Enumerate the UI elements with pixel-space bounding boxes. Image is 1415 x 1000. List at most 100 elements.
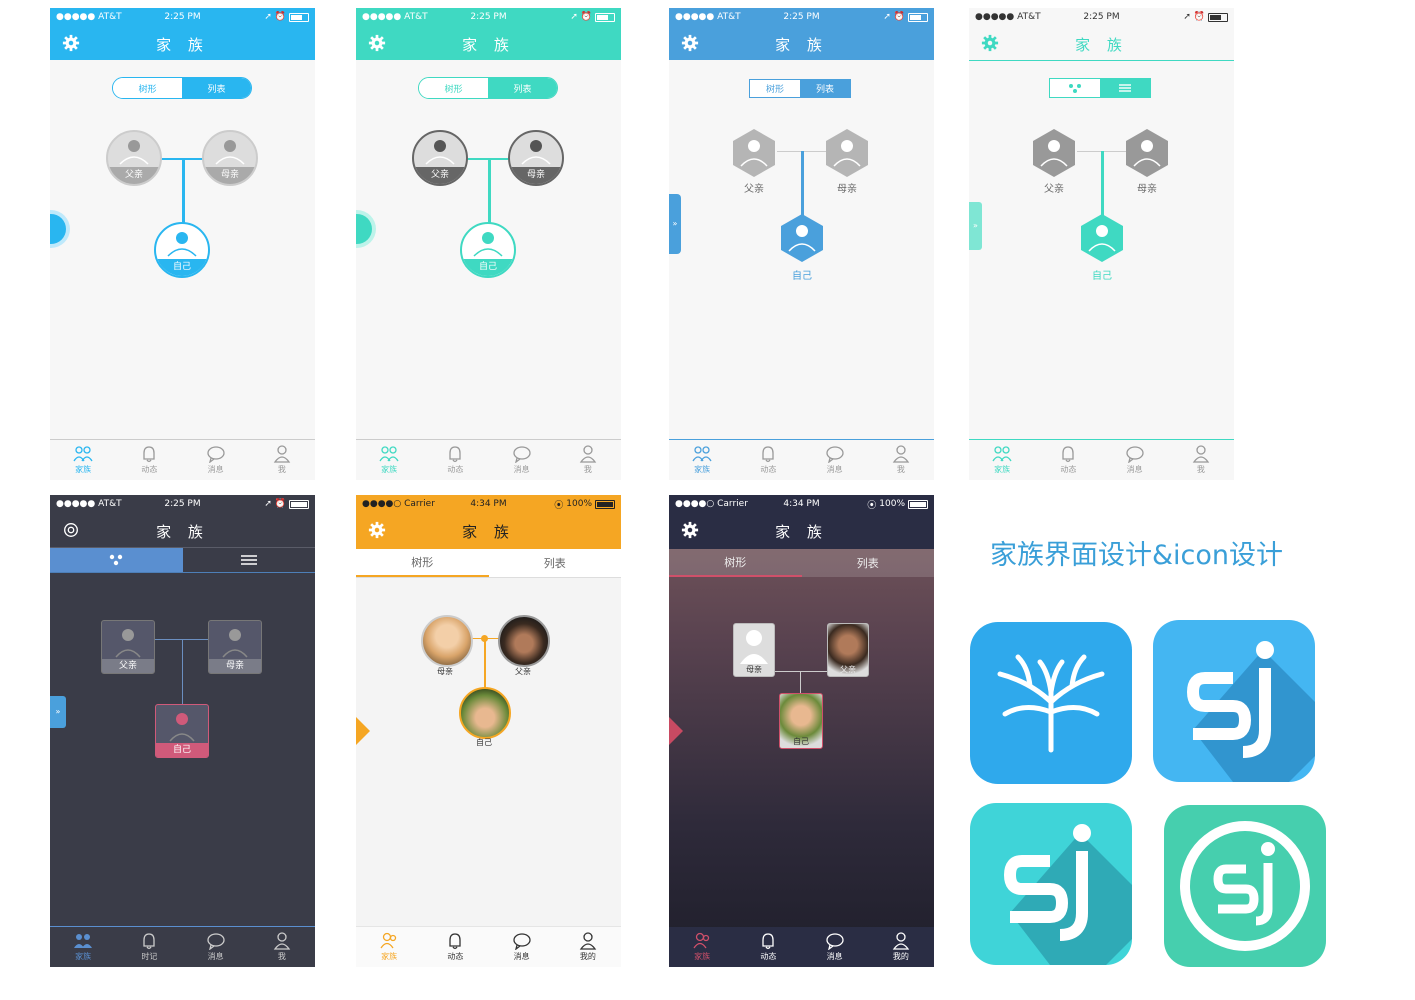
tab-feed[interactable]: 动态 [735, 440, 801, 480]
tab-list[interactable]: 列表 [182, 78, 251, 98]
tab-tree[interactable]: 树形 [750, 80, 800, 97]
tab-family[interactable]: 家族 [669, 927, 735, 967]
tab-feed[interactable]: 动态 [116, 440, 182, 480]
mother-node[interactable]: 母亲 [208, 620, 262, 674]
father-photo[interactable] [498, 615, 550, 667]
view-toggle: 树形 列表 [418, 77, 558, 99]
tab-mine[interactable]: 我的 [555, 927, 621, 967]
nav-bar: 家 族 [356, 26, 621, 60]
tab-list[interactable]: 列表 [489, 549, 622, 577]
tab-list[interactable]: 列表 [802, 549, 935, 577]
bell-icon [762, 933, 775, 950]
father-node[interactable] [1031, 128, 1077, 178]
tab-msg[interactable]: 消息 [183, 927, 249, 967]
mother-node[interactable]: 母亲 [202, 130, 258, 186]
tab-msg[interactable]: 消息 [802, 927, 868, 967]
mother-node[interactable]: 母亲 [733, 623, 775, 677]
app-icon-sj-circle[interactable] [1164, 805, 1326, 967]
father-node[interactable]: 父亲 [106, 130, 162, 186]
tab-list[interactable] [1100, 79, 1150, 97]
tab-tree[interactable]: 树形 [113, 78, 182, 98]
tab-feed[interactable]: 动态 [422, 440, 488, 480]
tab-tree[interactable]: 树形 [669, 549, 802, 577]
mother-photo[interactable] [421, 615, 473, 667]
drawer-handle[interactable]: » [50, 696, 66, 728]
tab-bar: 家族 动态 消息 我 [669, 439, 934, 480]
app-icon-roots[interactable] [970, 622, 1132, 784]
tab-family[interactable]: 家族 [356, 927, 422, 967]
self-node[interactable]: 自己 [779, 693, 823, 749]
page-title: 家 族 [775, 36, 828, 54]
mother-node[interactable] [1124, 128, 1170, 178]
tab-me[interactable]: 我 [868, 440, 934, 480]
family-icon [692, 446, 712, 462]
tab-mine[interactable]: 我的 [868, 927, 934, 967]
screen-teal-hex: ●●●●● AT&T 2:25 PM ➚ ⏰ 家 族 父亲 母亲 自己 » 家族… [969, 8, 1234, 480]
tab-me[interactable]: 我 [249, 440, 315, 480]
drawer-handle[interactable] [356, 214, 372, 244]
tab-feed[interactable]: 动态 [422, 927, 488, 967]
status-bar: ●●●●● AT&T 2:25 PM ➚ ⏰ [50, 495, 315, 513]
tab-list[interactable] [182, 548, 315, 572]
father-node[interactable] [731, 128, 777, 178]
drawer-handle[interactable]: » [669, 194, 681, 254]
bell-icon [143, 933, 156, 950]
father-node[interactable]: 父亲 [827, 623, 869, 677]
tab-me[interactable]: 我 [555, 440, 621, 480]
nav-bar: 家 族 [50, 513, 315, 548]
self-node[interactable]: 自己 [460, 222, 516, 278]
chat-bubble-icon [206, 933, 225, 950]
page-title: 家 族 [462, 36, 515, 54]
self-node[interactable] [779, 213, 825, 263]
user-icon [1192, 445, 1210, 463]
mother-node[interactable] [824, 128, 870, 178]
self-node[interactable] [1079, 213, 1125, 263]
tab-family[interactable]: 家族 [669, 440, 735, 480]
chat-bubble-icon [1125, 446, 1144, 463]
tab-timeline[interactable]: 时记 [116, 927, 182, 967]
tab-tree[interactable]: 树形 [419, 78, 488, 98]
list-view-icon [240, 555, 257, 565]
status-bar: ●●●●● AT&T 2:25 PM ➚ ⏰ [356, 8, 621, 26]
family-icon [992, 446, 1012, 462]
tab-list[interactable]: 列表 [488, 78, 557, 98]
self-photo[interactable] [459, 687, 511, 739]
father-node[interactable]: 父亲 [412, 130, 468, 186]
tab-me[interactable]: 我 [1168, 440, 1234, 480]
father-node[interactable]: 父亲 [101, 620, 155, 674]
tab-msg[interactable]: 消息 [489, 440, 555, 480]
drawer-handle[interactable] [669, 717, 683, 745]
battery-icon [595, 499, 615, 509]
drawer-handle[interactable] [50, 214, 66, 244]
person-icon [115, 629, 141, 658]
tab-list[interactable]: 列表 [800, 80, 850, 97]
drawer-handle[interactable] [356, 717, 370, 745]
mother-node[interactable]: 母亲 [508, 130, 564, 186]
tab-bar: 家族 时记 消息 我 [50, 926, 315, 967]
app-icon-sj-teal[interactable] [970, 803, 1132, 965]
tab-tree[interactable] [50, 548, 183, 572]
self-node[interactable]: 自己 [154, 222, 210, 278]
drawer-handle[interactable]: » [969, 202, 982, 250]
tab-me[interactable]: 我 [249, 927, 315, 967]
tab-tree[interactable]: 树形 [356, 549, 489, 577]
chat-bubble-icon [206, 446, 225, 463]
list-view-icon [1119, 84, 1131, 92]
tab-msg[interactable]: 消息 [802, 440, 868, 480]
tab-msg[interactable]: 消息 [489, 927, 555, 967]
tab-msg[interactable]: 消息 [1102, 440, 1168, 480]
tab-family[interactable]: 家族 [50, 440, 116, 480]
tab-tree[interactable] [1050, 79, 1100, 97]
tab-feed[interactable]: 动态 [1035, 440, 1101, 480]
tab-family[interactable]: 家族 [969, 440, 1035, 480]
app-icon-sj-blue[interactable] [1153, 620, 1315, 782]
status-bar: ●●●●● AT&T 2:25 PM ➚ ⏰ [50, 8, 315, 26]
self-node[interactable]: 自己 [155, 704, 209, 758]
tab-msg[interactable]: 消息 [183, 440, 249, 480]
battery-icon [595, 12, 615, 22]
tab-feed[interactable]: 动态 [735, 927, 801, 967]
tab-family[interactable]: 家族 [50, 927, 116, 967]
chat-bubble-icon [825, 933, 844, 950]
screen-blue-hex: ●●●●● AT&T 2:25 PM ➚ ⏰ 家 族 树形 列表 父亲 母亲 自… [669, 8, 934, 480]
tab-family[interactable]: 家族 [356, 440, 422, 480]
